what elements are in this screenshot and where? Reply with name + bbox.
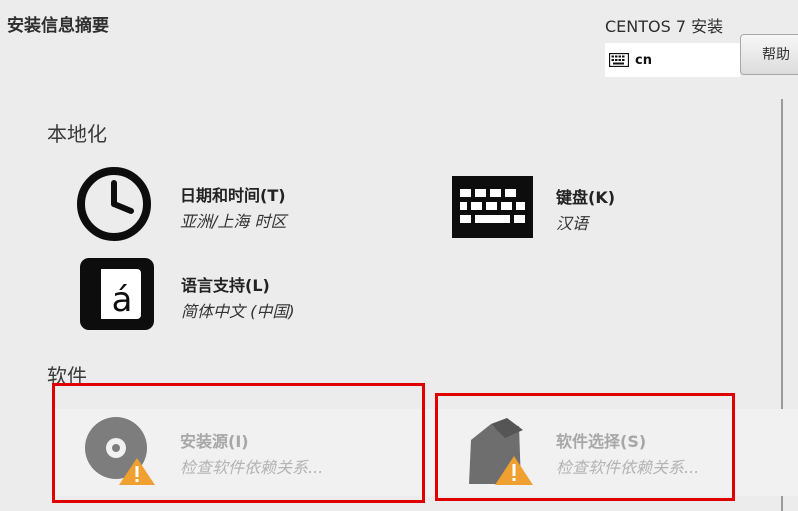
highlight-box-software-selection	[435, 393, 735, 501]
spoke-language-name: 语言支持(L)	[181, 276, 270, 295]
spoke-datetime-status: 亚洲/上海 时区	[180, 212, 287, 231]
spoke-language[interactable]: á 语言支持(L) 简体中文 (中国)	[80, 258, 420, 332]
keyboard-icon	[452, 176, 533, 238]
spoke-language-status: 简体中文 (中国)	[181, 302, 295, 321]
keyboard-layout-indicator[interactable]: cn	[605, 43, 740, 77]
section-localization-heading: 本地化	[47, 122, 107, 146]
spoke-datetime-name: 日期和时间(T)	[180, 186, 286, 205]
page-title: 安装信息摘要	[7, 16, 109, 36]
spoke-datetime[interactable]: 日期和时间(T) 亚洲/上海 时区	[75, 165, 415, 245]
svg-text:á: á	[112, 280, 133, 320]
product-name: CENTOS 7 安装	[605, 17, 724, 36]
keyboard-icon	[609, 53, 629, 67]
keyboard-layout-label: cn	[635, 52, 652, 68]
spoke-keyboard-name: 键盘(K)	[556, 188, 616, 207]
language-icon: á	[80, 258, 154, 330]
spoke-keyboard-status: 汉语	[556, 214, 589, 233]
help-button[interactable]: 帮助	[740, 34, 798, 75]
spoke-keyboard[interactable]: 键盘(K) 汉语	[452, 176, 712, 240]
clock-icon	[77, 167, 151, 241]
highlight-box-install-source	[52, 383, 425, 503]
